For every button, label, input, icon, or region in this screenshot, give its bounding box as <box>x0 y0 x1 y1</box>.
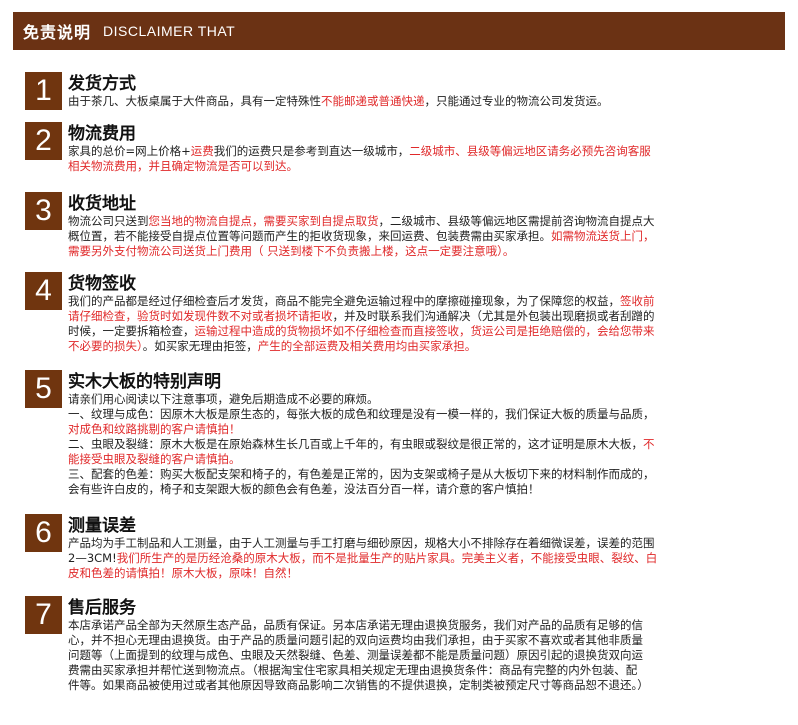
section-title: 货物签收 <box>68 274 136 294</box>
highlight-text: 不必要的损失） <box>68 339 143 353</box>
body-text: 时候，一定要拆箱检查， <box>68 324 195 338</box>
body-line: 物流公司只送到您当地的物流自提点，需要买家到自提点取货，二级城市、县级等偏远地区… <box>68 214 780 229</box>
body-line: 问题等（上面提到的纹理与成色、虫眼及天然裂缝、色差、测量误差都不能是质量问题）原… <box>68 648 780 663</box>
body-text: 本店承诺产品全部为天然原生态产品，品质有保证。另本店承诺无理由退换货服务，我们对… <box>68 618 643 632</box>
highlight-text: 您当地的物流自提点，需要买家到自提点取货 <box>148 214 379 228</box>
body-line: 由于茶几、大板桌属于大件商品，具有一定特殊性不能邮递或普通快递，只能通过专业的物… <box>68 94 780 109</box>
body-text: ，并及时联系我们沟通解决（尤其是外包装出现磨损或者刮蹭的 <box>332 309 655 323</box>
body-line: 本店承诺产品全部为天然原生态产品，品质有保证。另本店承诺无理由退换货服务，我们对… <box>68 618 780 633</box>
body-line: 会有些许白皮的，椅子和支架跟大板的颜色会有色差，没法百分百一样，请介意的客户慎拍… <box>68 482 780 497</box>
section-body: 物流公司只送到您当地的物流自提点，需要买家到自提点取货，二级城市、县级等偏远地区… <box>68 214 780 259</box>
section-number-badge: 3 <box>25 192 62 230</box>
body-line: 请亲们用心阅读以下注意事项，避免后期造成不必要的麻烦。 <box>68 392 780 407</box>
body-line: 对成色和纹路挑剔的客户请慎拍！ <box>68 422 780 437</box>
body-text: 概位置，若不能接受自提点位置等问题而产生的拒收货现象，来回运费、包装费需由买家承… <box>68 229 551 243</box>
body-line: 心，并不担心无理由退换货。由于产品的质量问题引起的双向运费均由我们承担，由于买家… <box>68 633 780 648</box>
body-text: 2—3CM! <box>68 551 117 565</box>
body-text: 件等。如果商品被使用过或者其他原因导致商品影响二次销售的不提供退换，定制类被预定… <box>68 678 649 692</box>
section-body: 家具的总价=网上价格+运费我们的运费只是参考到直达一级城市，二级城市、县级等偏远… <box>68 144 780 174</box>
body-text: 家具的总价=网上价格+ <box>68 144 191 158</box>
highlight-text: 需要另外支付物流公司送货上门费用（ 只送到楼下不负责搬上楼，这点一定要注意哦）。 <box>68 244 515 258</box>
section-title: 发货方式 <box>68 74 136 94</box>
body-line: 概位置，若不能接受自提点位置等问题而产生的拒收货现象，来回运费、包装费需由买家承… <box>68 229 780 244</box>
body-line: 我们的产品都是经过仔细检查后才发货，商品不能完全避免运输过程中的摩擦碰撞现象，为… <box>68 294 780 309</box>
section-number-badge: 1 <box>25 72 62 110</box>
highlight-text: 运输过程中造成的货物损坏如不仔细检查而直接签收，货运公司是拒绝赔偿的，会给您带来 <box>194 324 655 338</box>
disclaimer-header: 免责说明 DISCLAIMER THAT <box>13 12 785 50</box>
highlight-text: 我们所生产的是历经沧桑的原木大板，而不是批量生产的贴片家具。完美主义者，不能接受… <box>116 551 658 565</box>
section-number-badge: 4 <box>25 272 62 310</box>
body-line: 时候，一定要拆箱检查，运输过程中造成的货物损坏如不仔细检查而直接签收，货运公司是… <box>68 324 780 339</box>
body-text: 费需由买家承担并帮忙送到物流点。（根据淘宝住宅家具相关规定无理由退换货条件：商品… <box>68 663 638 677</box>
highlight-text: 不能邮递或普通快递 <box>321 94 425 108</box>
body-line: 需要另外支付物流公司送货上门费用（ 只送到楼下不负责搬上楼，这点一定要注意哦）。 <box>68 244 780 259</box>
body-text: 一、纹理与成色：因原木大板是原生态的，每张大板的成色和纹理是没有一模一样的，我们… <box>68 407 655 421</box>
section-body: 我们的产品都是经过仔细检查后才发货，商品不能完全避免运输过程中的摩擦碰撞现象，为… <box>68 294 780 354</box>
section-title: 收货地址 <box>68 194 136 214</box>
highlight-text: 请仔细检查，验货时如发现件数不对或者损坏请拒收 <box>68 309 333 323</box>
highlight-text: 相关物流费用，并且确定物流是否可以到达。 <box>68 159 298 173</box>
section-number-badge: 5 <box>25 370 62 408</box>
highlight-text: 二级城市、县级等偏远地区请务必预先咨询客服 <box>409 144 651 158</box>
body-text: 我们的运费只是参考到直达一级城市， <box>213 144 410 158</box>
highlight-text: 皮和色差的请慎拍！原木大板，原味！自然！ <box>68 566 298 580</box>
highlight-text: 运费 <box>190 144 214 158</box>
highlight-text: 如需物流送货上门， <box>551 229 655 243</box>
body-line: 费需由买家承担并帮忙送到物流点。（根据淘宝住宅家具相关规定无理由退换货条件：商品… <box>68 663 780 678</box>
highlight-text: 签收前 <box>620 294 655 308</box>
body-line: 一、纹理与成色：因原木大板是原生态的，每张大板的成色和纹理是没有一模一样的，我们… <box>68 407 780 422</box>
body-line: 2—3CM!我们所生产的是历经沧桑的原木大板，而不是批量生产的贴片家具。完美主义… <box>68 551 780 566</box>
body-text: 物流公司只送到 <box>68 214 149 228</box>
body-text: 产品均为手工制品和人工测量，由于人工测量与手工打磨与细砂原因，规格大小不排除存在… <box>68 536 655 550</box>
section-body: 请亲们用心阅读以下注意事项，避免后期造成不必要的麻烦。 一、纹理与成色：因原木大板… <box>68 392 780 497</box>
section-number-badge: 7 <box>25 596 62 634</box>
body-text: 二、虫眼及裂缝：原木大板是在原始森林生长几百或上千年的，有虫眼或裂纹是很正常的，… <box>68 437 643 451</box>
highlight-text: 对成色和纹路挑剔的客户请慎拍！ <box>68 422 241 436</box>
section-number-badge: 2 <box>25 122 62 160</box>
body-line: 不必要的损失）。如买家无理由拒签，产生的全部运费及相关费用均由买家承担。 <box>68 339 780 354</box>
header-title-cn: 免责说明 <box>23 23 92 42</box>
header-title-en: DISCLAIMER THAT <box>103 23 236 39</box>
section-title: 售后服务 <box>68 598 136 618</box>
section-body: 本店承诺产品全部为天然原生态产品，品质有保证。另本店承诺无理由退换货服务，我们对… <box>68 618 780 693</box>
body-text: 会有些许白皮的，椅子和支架跟大板的颜色会有色差，没法百分百一样，请介意的客户慎拍… <box>68 482 540 496</box>
section-title: 实木大板的特别声明 <box>68 372 221 392</box>
body-line: 件等。如果商品被使用过或者其他原因导致商品影响二次销售的不提供退换，定制类被预定… <box>68 678 780 693</box>
body-line: 请仔细检查，验货时如发现件数不对或者损坏请拒收，并及时联系我们沟通解决（尤其是外… <box>68 309 780 324</box>
body-line: 三、配套的色差：购买大板配支架和椅子的，有色差是正常的，因为支架或椅子是从大板切… <box>68 467 780 482</box>
body-line: 相关物流费用，并且确定物流是否可以到达。 <box>68 159 780 174</box>
body-text: 请亲们用心阅读以下注意事项，避免后期造成不必要的麻烦。 <box>68 392 379 406</box>
body-text: 。如买家无理由拒签， <box>142 339 258 353</box>
body-line: 产品均为手工制品和人工测量，由于人工测量与手工打磨与细砂原因，规格大小不排除存在… <box>68 536 780 551</box>
section-body: 产品均为手工制品和人工测量，由于人工测量与手工打磨与细砂原因，规格大小不排除存在… <box>68 536 780 581</box>
section-title: 物流费用 <box>68 124 136 144</box>
section-body: 由于茶几、大板桌属于大件商品，具有一定特殊性不能邮递或普通快递，只能通过专业的物… <box>68 94 780 109</box>
section-number-badge: 6 <box>25 514 62 552</box>
section-title: 测量误差 <box>68 516 136 536</box>
body-text: 心，并不担心无理由退换货。由于产品的质量问题引起的双向运费均由我们承担，由于买家… <box>68 633 643 647</box>
highlight-text: 不 <box>643 437 655 451</box>
body-text: 三、配套的色差：购买大板配支架和椅子的，有色差是正常的，因为支架或椅子是从大板切… <box>68 467 655 481</box>
highlight-text: 能接受虫眼及裂缝的客户请慎拍。 <box>68 452 241 466</box>
body-line: 皮和色差的请慎拍！原木大板，原味！自然！ <box>68 566 780 581</box>
body-text: ，只能通过专业的物流公司发货运。 <box>424 94 609 108</box>
body-line: 家具的总价=网上价格+运费我们的运费只是参考到直达一级城市，二级城市、县级等偏远… <box>68 144 780 159</box>
highlight-text: 产生的全部运费及相关费用均由买家承担。 <box>257 339 477 353</box>
body-text: 我们的产品都是经过仔细检查后才发货，商品不能完全避免运输过程中的摩擦碰撞现象，为… <box>68 294 620 308</box>
body-text: 问题等（上面提到的纹理与成色、虫眼及天然裂缝、色差、测量误差都不能是质量问题）原… <box>68 648 643 662</box>
body-text: ，二级城市、县级等偏远地区需提前咨询物流自提点大 <box>378 214 655 228</box>
body-line: 二、虫眼及裂缝：原木大板是在原始森林生长几百或上千年的，有虫眼或裂纹是很正常的，… <box>68 437 780 452</box>
body-text: 由于茶几、大板桌属于大件商品，具有一定特殊性 <box>68 94 321 108</box>
body-line: 能接受虫眼及裂缝的客户请慎拍。 <box>68 452 780 467</box>
